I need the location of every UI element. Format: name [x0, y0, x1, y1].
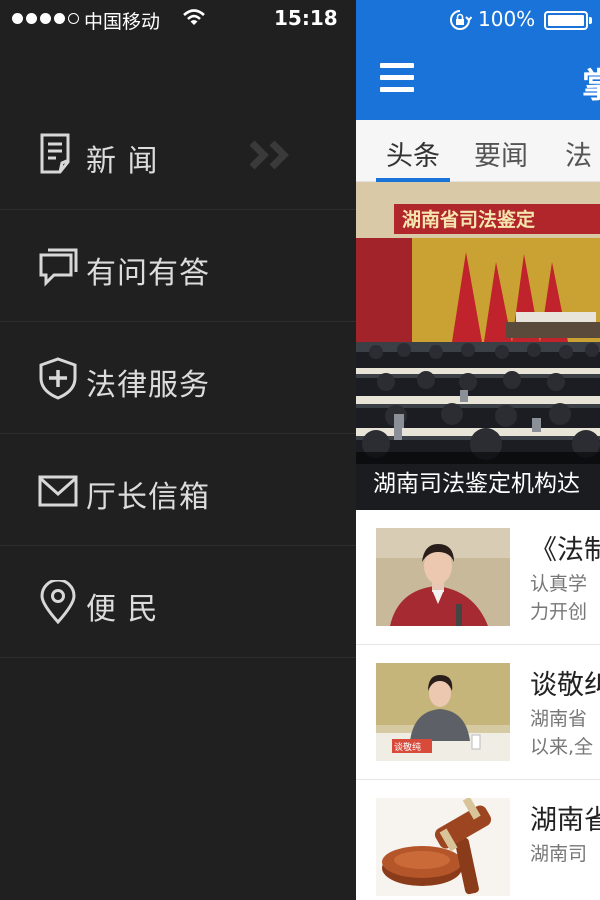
clock: 15:18 — [274, 6, 338, 30]
news-list-item[interactable]: 《法制 认真学 力开创 — [356, 510, 600, 645]
menu-hamburger-icon[interactable] — [380, 63, 414, 93]
drawer-item-label: 法律服务 — [86, 368, 210, 403]
headline-carousel[interactable]: 湖南省司法鉴定 湖南司法鉴定机构达 — [356, 182, 600, 510]
drawer-item-label: 便 民 — [86, 592, 159, 627]
signal-strength-icon — [12, 13, 79, 24]
category-tabs: 头条 要闻 法 — [356, 120, 600, 182]
news-summary: 湖南司 — [530, 840, 587, 868]
hero-banner-text: 湖南省司法鉴定 — [402, 208, 535, 231]
news-title: 湖南省 — [530, 805, 600, 836]
battery-icon — [544, 11, 592, 30]
news-title: 谈敬纠 — [530, 670, 600, 701]
navigation-drawer: 中国移动 15:18 新 闻 有问有答 法律服务 厅长信箱 便 民 — [0, 0, 356, 900]
rotation-lock-icon — [450, 10, 472, 30]
app-title: 掌 — [582, 66, 600, 106]
status-bar-right: 100% — [356, 0, 600, 40]
tab-key-news[interactable]: 要闻 — [474, 134, 528, 173]
wifi-icon — [183, 9, 205, 25]
drawer-menu: 新 闻 有问有答 法律服务 厅长信箱 便 民 — [0, 98, 356, 658]
news-summary-line: 湖南司 — [530, 843, 588, 865]
shield-plus-icon — [39, 357, 77, 400]
drawer-item-convenience[interactable]: 便 民 — [0, 546, 356, 658]
drawer-item-label: 新 闻 — [86, 144, 159, 179]
drawer-item-legal-services[interactable]: 法律服务 — [0, 322, 356, 434]
drawer-item-news[interactable]: 新 闻 — [0, 98, 356, 210]
location-pin-icon — [40, 580, 76, 624]
tab-headlines[interactable]: 头条 — [386, 134, 440, 173]
chat-bubble-icon — [39, 248, 78, 287]
carrier-label: 中国移动 — [84, 11, 161, 33]
tab-law[interactable]: 法 — [565, 134, 592, 173]
drawer-item-director-mailbox[interactable]: 厅长信箱 — [0, 434, 356, 546]
news-list-item[interactable]: 谈敬纯 谈敬纠 湖南省 以来,全 — [356, 645, 600, 780]
drawer-item-label: 厅长信箱 — [86, 480, 210, 515]
news-summary-line: 湖南省 — [530, 708, 588, 730]
app-bar: 掌 — [356, 40, 600, 120]
drawer-item-label: 有问有答 — [86, 256, 210, 291]
news-summary-line: 认真学 — [530, 573, 588, 595]
content-panel[interactable]: 100% 掌 头条 要闻 法 湖南省司法鉴定 湖南司法鉴定机构达 《法制 认真学… — [356, 0, 600, 900]
news-summary: 湖南省 以来,全 — [530, 705, 593, 761]
news-thumbnail — [376, 528, 510, 626]
news-thumbnail: 谈敬纯 — [376, 663, 510, 761]
news-title: 《法制 — [530, 535, 600, 566]
news-document-icon — [40, 133, 70, 174]
double-chevron-right-icon — [250, 140, 289, 170]
battery-percent: 100% — [478, 7, 536, 31]
news-summary-line: 力开创 — [530, 601, 588, 623]
hero-caption: 湖南司法鉴定机构达 — [356, 452, 600, 510]
news-thumbnail — [376, 798, 510, 896]
news-list-item[interactable]: 湖南省 湖南司 — [356, 780, 600, 900]
mail-icon — [38, 475, 78, 507]
status-bar-left: 中国移动 15:18 — [0, 0, 356, 40]
nameplate-text: 谈敬纯 — [394, 741, 421, 753]
news-summary-line: 以来,全 — [530, 736, 594, 758]
drawer-item-qa[interactable]: 有问有答 — [0, 210, 356, 322]
news-summary: 认真学 力开创 — [530, 570, 587, 626]
